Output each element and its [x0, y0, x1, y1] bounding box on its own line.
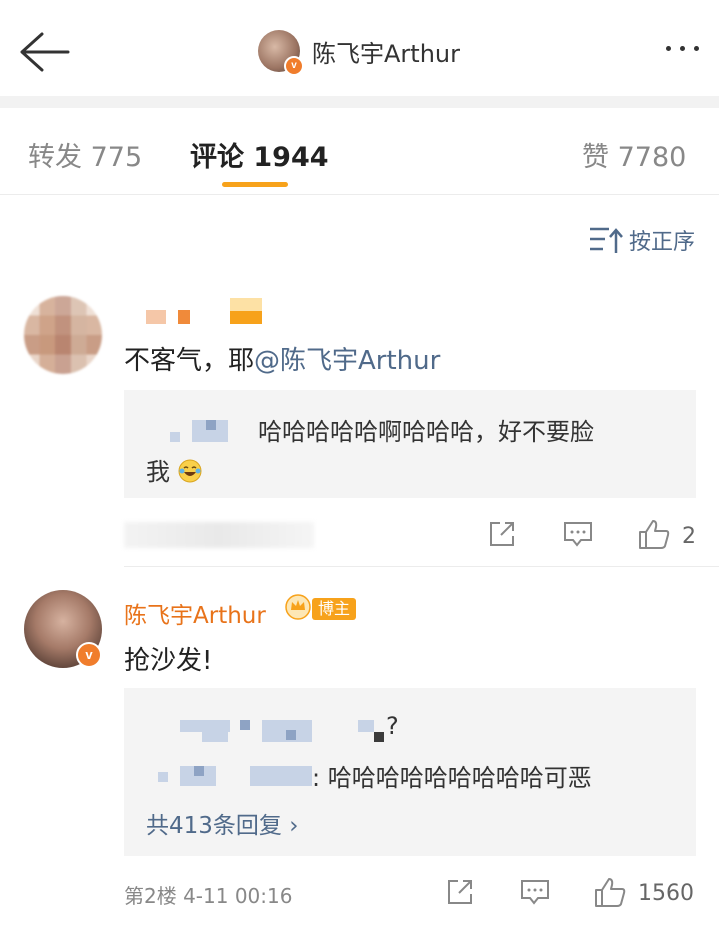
blurred-username	[178, 310, 190, 324]
blurred-username	[194, 766, 204, 776]
crown-icon	[285, 594, 311, 620]
avatar[interactable]	[24, 296, 102, 374]
tab-likes[interactable]: 赞 7780	[582, 135, 686, 174]
like-count: 1560	[638, 881, 694, 906]
reply-text: 哈哈哈哈哈啊哈哈哈，好不要脸	[258, 418, 594, 446]
verified-icon: v	[76, 642, 102, 668]
reply-text-cont: 我	[146, 458, 170, 486]
like-icon[interactable]	[638, 518, 670, 550]
share-icon[interactable]	[446, 878, 474, 906]
blurred-username	[286, 730, 296, 740]
blurred-username	[374, 732, 384, 742]
comment-author[interactable]: 陈飞宇Arthur	[124, 596, 266, 630]
blurred-username	[240, 720, 250, 730]
blurred-username	[146, 310, 166, 324]
active-tab-indicator	[222, 182, 288, 187]
verified-icon: v	[284, 56, 304, 76]
comment-text: 抢沙发!	[124, 646, 213, 676]
blurred-meta	[124, 522, 314, 548]
laugh-cry-emoji-icon	[178, 459, 202, 483]
mention-link[interactable]: @陈飞宇Arthur	[254, 346, 440, 376]
blurred-username	[202, 730, 228, 742]
blurred-username	[358, 720, 374, 732]
like-icon[interactable]	[594, 876, 626, 908]
sort-label: 按正序	[628, 230, 695, 255]
comment-text-prefix: 不客气，耶	[124, 346, 255, 376]
reply-text: 我	[146, 452, 202, 487]
back-arrow-icon[interactable]	[18, 30, 70, 74]
sort-icon	[589, 227, 623, 253]
nav-user[interactable]: v 陈飞宇Arthur	[258, 28, 460, 76]
page-title: 陈飞宇Arthur	[312, 39, 460, 68]
blurred-username	[158, 772, 168, 782]
reply-text: : 哈哈哈哈哈哈哈哈哈可恶	[312, 764, 592, 792]
view-replies-link[interactable]: 共413条回复 ›	[146, 806, 298, 840]
comment-icon[interactable]	[563, 520, 593, 548]
comment-icon[interactable]	[520, 878, 550, 906]
comment-text: 不客气，耶@陈飞宇Arthur	[124, 340, 440, 377]
avatar[interactable]: v	[258, 30, 304, 76]
tab-reposts[interactable]: 转发 775	[28, 135, 142, 174]
divider	[124, 566, 719, 567]
tab-bar: 转发 775 评论 1944 赞 7780	[0, 108, 719, 195]
more-options-icon[interactable]	[666, 46, 699, 51]
like-count: 2	[682, 524, 696, 549]
blurred-username	[250, 766, 312, 786]
avatar[interactable]: v	[24, 590, 102, 668]
tab-comments[interactable]: 评论 1944	[190, 135, 329, 174]
blurred-username	[170, 432, 180, 442]
comment-meta: 第2楼 4-11 00:16	[124, 884, 293, 908]
reply-text: ?	[386, 712, 399, 740]
blurred-username	[206, 420, 216, 430]
top-nav: v 陈飞宇Arthur	[0, 0, 719, 97]
host-badge: 博主	[312, 598, 357, 620]
blurred-badge	[230, 298, 262, 324]
share-icon[interactable]	[488, 520, 516, 548]
sort-button[interactable]: 按正序	[589, 224, 695, 256]
separator-band	[0, 96, 719, 108]
